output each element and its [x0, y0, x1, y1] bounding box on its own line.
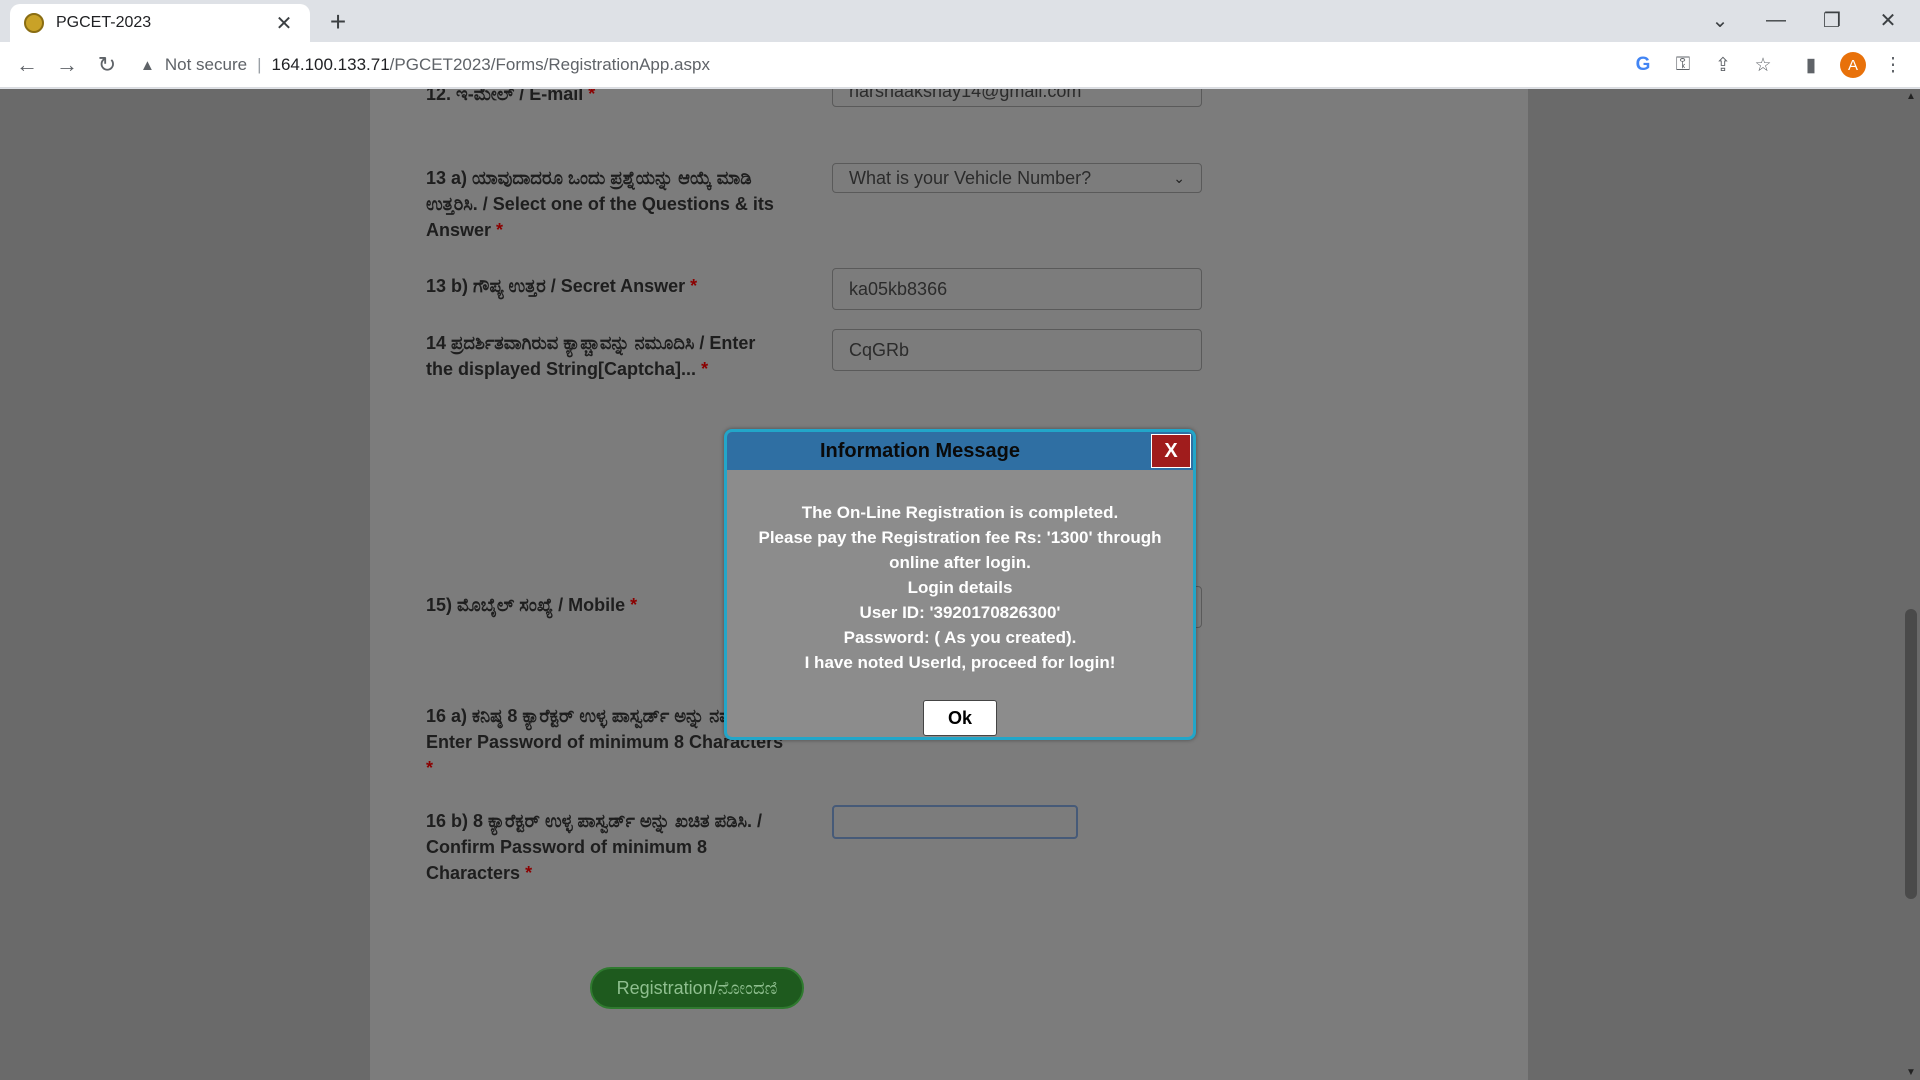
message-line: Password: ( As you created). [843, 628, 1077, 647]
tab-search-icon[interactable]: ⌄ [1692, 0, 1748, 40]
warning-icon[interactable]: ▲ [140, 57, 155, 74]
scrollbar-thumb[interactable] [1905, 609, 1917, 899]
address-separator: | [257, 55, 262, 74]
share-icon[interactable]: ⇪ [1708, 50, 1738, 80]
google-lens-icon[interactable]: G [1628, 50, 1658, 80]
forward-icon[interactable]: → [52, 50, 82, 80]
star-icon[interactable]: ☆ [1748, 50, 1778, 80]
tab-close-icon[interactable]: ✕ [272, 11, 296, 36]
browser-tab[interactable]: PGCET-2023 ✕ [10, 4, 310, 42]
question-label: 13 a) ಯಾವುದಾದರೂ ಒಂದು ಪ್ರಶ್ನೆಯನ್ನು ಆಯ್ಕೆ … [426, 168, 774, 240]
confirm-password-label: 16 b) 8 ಕ್ಯಾರೆಕ್ಟರ್ ಉಳ್ಳ ಪಾಸ್ವರ್ಡ್ ಅನ್ನು… [426, 811, 763, 883]
scroll-up-icon[interactable]: ▲ [1902, 91, 1920, 102]
information-dialog: Information Message X The On-Line Regist… [724, 429, 1196, 740]
side-panel-icon[interactable]: ▮ [1796, 50, 1826, 80]
new-tab-button[interactable]: + [322, 6, 354, 38]
menu-icon[interactable]: ⋮ [1878, 50, 1908, 80]
browser-toolbar: ← → ↻ ▲ Not secure | 164.100.133.71/PGCE… [0, 42, 1920, 88]
captcha-input[interactable]: CqGRb [832, 329, 1202, 371]
answer-label: 13 b) ಗೌಪ್ಯ ಉತ್ತರ / Secret Answer * [426, 276, 698, 296]
key-icon[interactable]: ⚿ [1668, 50, 1698, 80]
question-selected-value: What is your Vehicle Number? [849, 167, 1092, 188]
confirm-password-input[interactable] [832, 805, 1078, 839]
tab-title: PGCET-2023 [56, 14, 152, 31]
site-favicon-icon [24, 13, 44, 33]
registration-button[interactable]: Registration/ನೋಂದಣಿ [590, 967, 804, 1009]
dialog-close-button[interactable]: X [1151, 434, 1191, 468]
captcha-label: 14 ಪ್ರದರ್ಶಿತವಾಗಿರುವ ಕ್ಯಾಪ್ಚಾವನ್ನು ನಮೂದಿಸ… [426, 333, 756, 379]
scroll-down-icon[interactable]: ▼ [1902, 1067, 1920, 1078]
message-line: Please pay the Registration fee Rs: '130… [758, 528, 1162, 572]
back-icon[interactable]: ← [12, 50, 42, 80]
email-input[interactable]: harshaakshay14@gmail.com [832, 89, 1202, 107]
message-line: User ID: '3920170826300' [859, 603, 1061, 622]
tab-bar: PGCET-2023 ✕ + ⌄ — ❐ ✕ [0, 0, 1920, 42]
dialog-message: The On-Line Registration is completed. P… [727, 470, 1193, 675]
minimize-icon[interactable]: — [1748, 0, 1804, 40]
chevron-down-icon: ⌄ [1173, 169, 1185, 186]
ok-button[interactable]: Ok [923, 700, 997, 736]
url-host: 164.100.133.71 [271, 55, 390, 74]
secret-answer-input[interactable]: ka05kb8366 [832, 268, 1202, 310]
url-path: /PGCET2023/Forms/RegistrationApp.aspx [389, 55, 710, 74]
profile-avatar[interactable]: A [1840, 52, 1866, 78]
restore-icon[interactable]: ❐ [1804, 0, 1860, 40]
address-bar[interactable]: ▲ Not secure | 164.100.133.71/PGCET2023/… [140, 48, 1660, 82]
page-scrollbar[interactable]: ▲ ▼ [1902, 89, 1920, 1080]
message-line: Login details [907, 578, 1013, 597]
window-close-icon[interactable]: ✕ [1860, 0, 1916, 40]
security-label[interactable]: Not secure [165, 55, 247, 75]
dialog-header: Information Message X [727, 432, 1193, 470]
question-select[interactable]: What is your Vehicle Number? ⌄ [832, 163, 1202, 193]
message-line: I have noted UserId, proceed for login! [804, 653, 1116, 672]
message-line: The On-Line Registration is completed. [801, 503, 1119, 522]
reload-icon[interactable]: ↻ [92, 50, 122, 80]
dialog-title: Information Message [819, 439, 1021, 462]
email-label: 12. ಇ-ಮೇಲ್ / E-mail * [426, 89, 596, 104]
